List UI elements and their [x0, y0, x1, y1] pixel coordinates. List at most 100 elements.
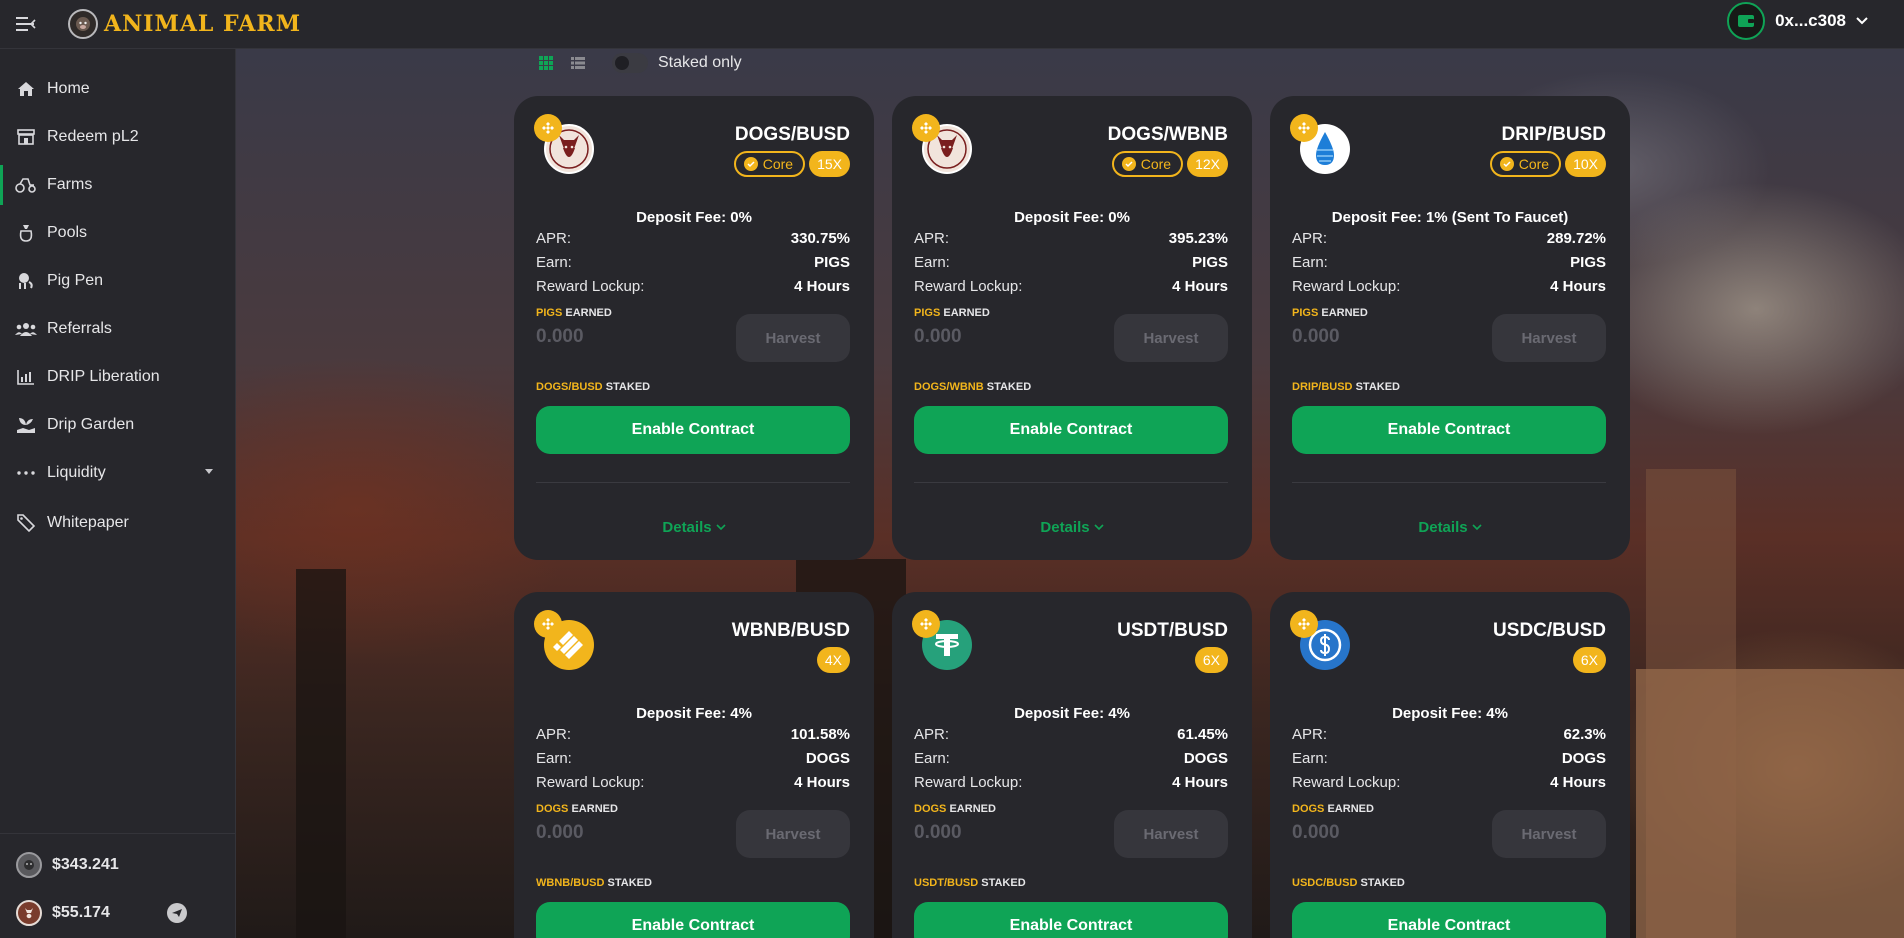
farm-token-icons	[1290, 610, 1350, 670]
app-logo[interactable]: ANIMAL FARM	[68, 9, 301, 39]
staked-label: DRIP/BUSD STAKED	[1292, 381, 1400, 393]
apr-value: 395.23%	[1168, 230, 1228, 247]
sidebar-item-home[interactable]: Home	[0, 69, 235, 109]
earned-label: DOGS EARNED	[1292, 803, 1374, 815]
harvest-button[interactable]: Harvest	[1492, 314, 1606, 362]
apr-label: APR:	[914, 726, 950, 743]
list-view-icon[interactable]	[570, 55, 586, 71]
earned-suffix: EARNED	[943, 307, 990, 319]
lockup-value: 4 Hours	[1550, 774, 1606, 791]
farm-card: WBNB/BUSD 4X Deposit Fee: 4% APR: 101.58%…	[514, 592, 874, 938]
earn-value: PIGS	[1192, 254, 1228, 271]
lockup-row: Reward Lockup: 4 Hours	[1292, 278, 1606, 295]
sidebar-item-redeem[interactable]: Redeem pL2	[0, 117, 235, 157]
wallet-icon	[1727, 2, 1766, 40]
apr-row: APR: 61.45%	[914, 726, 1228, 743]
enable-contract-button[interactable]: Enable Contract	[914, 406, 1228, 454]
core-label: Core	[762, 156, 794, 172]
tractor-icon	[15, 174, 37, 196]
farm-card: USDT/BUSD 6X Deposit Fee: 4% APR: 61.45% …	[892, 592, 1252, 938]
staked-label: DOGS/BUSD STAKED	[536, 381, 650, 393]
details-toggle[interactable]: Details	[514, 519, 874, 536]
lockup-label: Reward Lockup:	[536, 774, 645, 791]
staked-token: DOGS/BUSD	[536, 381, 603, 393]
dog-price[interactable]: $55.174	[16, 900, 110, 926]
earn-label: Earn:	[1292, 254, 1328, 271]
deposit-fee: Deposit Fee: 0%	[636, 209, 752, 226]
sidebar-item-label: Redeem pL2	[47, 128, 139, 145]
telegram-icon[interactable]	[167, 903, 187, 923]
earned-label: DOGS EARNED	[914, 803, 996, 815]
details-toggle[interactable]: Details	[1270, 519, 1630, 536]
grid-view-icon[interactable]	[538, 55, 554, 71]
multiplier-badge: 4X	[816, 647, 850, 673]
staked-label: DOGS/WBNB STAKED	[914, 381, 1031, 393]
harvest-button[interactable]: Harvest	[1492, 810, 1606, 858]
harvest-button[interactable]: Harvest	[1114, 810, 1228, 858]
earn-row: Earn: PIGS	[914, 254, 1228, 271]
sidebar-item-label: Pools	[47, 224, 88, 241]
seedling-icon	[15, 414, 37, 436]
earn-label: Earn:	[914, 750, 950, 767]
enable-contract-button[interactable]: Enable Contract	[1292, 902, 1606, 938]
store-icon	[15, 126, 37, 148]
chevron-down-icon	[1856, 17, 1868, 25]
multiplier-badge: 12X	[1187, 151, 1228, 177]
enable-contract-button[interactable]: Enable Contract	[536, 902, 850, 938]
sidebar-item-label: DRIP Liberation	[47, 368, 160, 385]
harvest-button[interactable]: Harvest	[736, 314, 850, 362]
staked-suffix: STAKED	[986, 381, 1032, 393]
farm-token-icons	[912, 114, 972, 174]
sidebar-item-pools[interactable]: Pools	[0, 213, 235, 253]
bnb-chain-icon	[912, 610, 940, 638]
apr-label: APR:	[914, 230, 950, 247]
toggle-knob	[615, 56, 629, 70]
earned-value: 0.000	[1292, 822, 1340, 843]
lockup-value: 4 Hours	[794, 774, 850, 791]
earned-token: PIGS	[536, 307, 563, 319]
core-badge: Core	[1111, 151, 1184, 177]
lockup-label: Reward Lockup:	[914, 774, 1023, 791]
lockup-row: Reward Lockup: 4 Hours	[914, 774, 1228, 791]
earn-row: Earn: PIGS	[1292, 254, 1606, 271]
sidebar-item-drip-garden[interactable]: Drip Garden	[0, 405, 235, 445]
enable-contract-button[interactable]: Enable Contract	[914, 902, 1228, 938]
staked-suffix: STAKED	[1355, 381, 1400, 393]
sidebar-item-drip-liberation[interactable]: DRIP Liberation	[0, 357, 235, 397]
sidebar-item-label: Home	[47, 80, 90, 97]
bnb-chain-icon	[912, 114, 940, 142]
staked-label: USDT/BUSD STAKED	[914, 877, 1026, 889]
apr-label: APR:	[536, 726, 572, 743]
pig-price[interactable]: $343.241	[16, 852, 119, 878]
staked-label: WBNB/BUSD STAKED	[536, 877, 652, 889]
enable-contract-button[interactable]: Enable Contract	[536, 406, 850, 454]
farm-tags: 6X	[1572, 647, 1606, 673]
apr-label: APR:	[1292, 230, 1328, 247]
earned-suffix: EARNED	[949, 803, 996, 815]
sidebar-item-pig-pen[interactable]: Pig Pen	[0, 261, 235, 301]
earned-label: PIGS EARNED	[914, 307, 990, 319]
staked-only-toggle[interactable]	[612, 53, 648, 73]
enable-contract-button[interactable]: Enable Contract	[1292, 406, 1606, 454]
sidebar-item-referrals[interactable]: Referrals	[0, 309, 235, 349]
background-building	[1636, 669, 1904, 938]
harvest-button[interactable]: Harvest	[736, 810, 850, 858]
apr-label: APR:	[1292, 726, 1328, 743]
chart-icon	[15, 366, 37, 388]
sidebar-item-liquidity[interactable]: Liquidity	[0, 453, 235, 493]
farm-token-icons	[534, 114, 594, 174]
wallet-button[interactable]: 0x...c308	[1727, 2, 1868, 40]
harvest-button[interactable]: Harvest	[1114, 314, 1228, 362]
apr-label: APR:	[536, 230, 572, 247]
multiplier-badge: 6X	[1194, 647, 1228, 673]
lockup-row: Reward Lockup: 4 Hours	[1292, 774, 1606, 791]
details-toggle[interactable]: Details	[892, 519, 1252, 536]
apr-row: APR: 101.58%	[536, 726, 850, 743]
lockup-value: 4 Hours	[1172, 278, 1228, 295]
sidebar-item-whitepaper[interactable]: Whitepaper	[0, 503, 235, 543]
lockup-row: Reward Lockup: 4 Hours	[914, 278, 1228, 295]
staked-token: USDT/BUSD	[914, 877, 979, 889]
sidebar-item-farms[interactable]: Farms	[0, 165, 235, 205]
lockup-label: Reward Lockup:	[1292, 774, 1401, 791]
menu-toggle-icon[interactable]	[16, 14, 42, 34]
